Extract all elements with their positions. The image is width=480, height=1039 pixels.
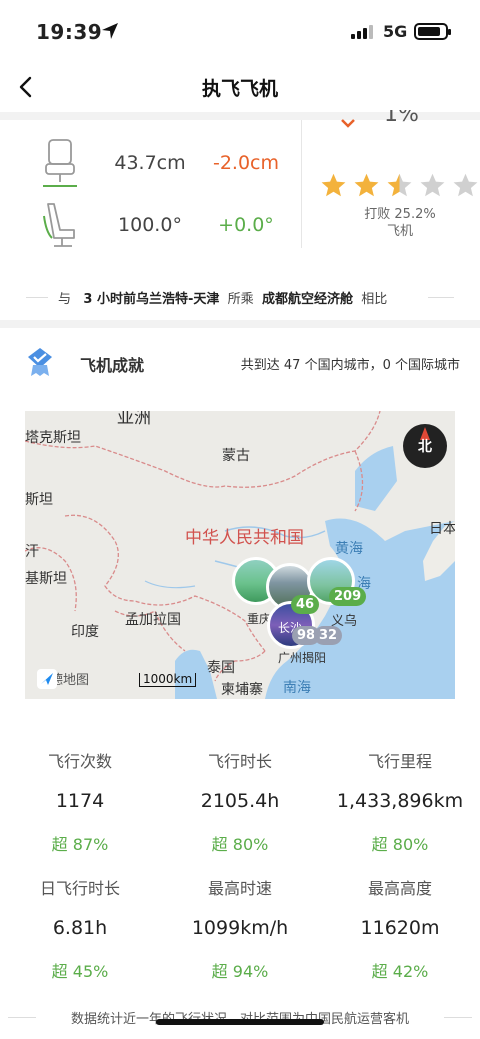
comparison-text: 与 3 小时前乌兰浩特-天津 所乘 成都航空经济舱 相比 [58, 288, 387, 307]
map-label-japan: 日本 [429, 521, 455, 537]
medal-icon [28, 348, 52, 376]
location-arrow-icon [102, 23, 118, 39]
map-scale-bar: 1000km [139, 673, 197, 687]
status-bar: 19:39 5G [0, 0, 480, 62]
compare-airline: 成都航空经济舱 [261, 292, 353, 307]
map-label-han: 汗 [25, 544, 39, 560]
divider-line [8, 1017, 36, 1018]
star-empty-icon [420, 173, 445, 197]
seat-pitch-icon [43, 139, 77, 187]
aircraft-rating-stars [320, 172, 479, 199]
stat-flight-mileage: 飞行里程 1,433,896km 超 80% [320, 748, 480, 855]
battery-icon [414, 23, 451, 40]
map-label-kistan: 基斯坦 [25, 571, 67, 587]
stat-rank: 超 80% [371, 835, 429, 854]
stat-rank: 超 42% [371, 962, 429, 981]
star-half-icon [387, 173, 412, 197]
stat-label: 日飞行时长 [39, 879, 120, 898]
stat-value: 2105.4h [200, 790, 280, 812]
compass-north-icon[interactable]: 北 [403, 424, 447, 468]
nav-bar: 执飞飞机 [0, 62, 480, 112]
divider-line [26, 297, 48, 298]
achievement-title: 飞机成就 [80, 356, 145, 375]
map-label-china: 中华人民共和国 [185, 528, 304, 548]
stat-rank: 超 94% [211, 962, 269, 981]
stat-value: 1174 [55, 790, 105, 812]
cluster-count-badge: 209 [329, 587, 367, 606]
rating-beat-text: 打败 25.2% 飞机 [330, 206, 470, 240]
map-label-guangzhou: 广州 [278, 651, 303, 665]
comparison-note: 与 3 小时前乌兰浩特-天津 所乘 成都航空经济舱 相比 [0, 288, 480, 308]
stat-flight-hours: 飞行时长 2105.4h 超 80% [160, 748, 320, 855]
compass-label: 北 [418, 439, 432, 455]
map-label-stan: 斯坦 [25, 492, 53, 508]
stat-daily-hours: 日飞行时长 6.81h 超 45% [0, 875, 160, 982]
cellular-signal-icon [351, 25, 373, 39]
map-label-bangladesh: 孟加拉国 [125, 612, 181, 628]
compare-prefix: 与 [58, 292, 72, 307]
cluster-count-badge: 32 [314, 626, 343, 645]
achievement-header: 飞机成就 共到达 47 个国内城市，0 个国际城市 [0, 340, 480, 384]
stat-rank: 超 87% [51, 835, 109, 854]
map-label-yellow-sea: 黄海 [335, 541, 363, 557]
stat-label: 最高高度 [367, 879, 432, 898]
divider-line [428, 297, 454, 298]
map-label-thailand: 泰国 [207, 660, 235, 676]
network-type: 5G [383, 22, 408, 41]
stat-value: 6.81h [52, 917, 108, 939]
cluster-count-badge: 46 [291, 595, 320, 614]
beat-percent: 打败 25.2% [364, 207, 436, 222]
rating-header-fragment-icon [341, 119, 355, 128]
stat-flight-count: 飞行次数 1174 超 87% [0, 748, 160, 855]
star-full-icon [354, 173, 379, 197]
stat-label: 飞行次数 [47, 752, 112, 771]
stat-value: 1,433,896km [336, 790, 464, 812]
star-full-icon [321, 173, 346, 197]
seat-recline-row: 100.0° +0.0° [0, 200, 300, 256]
stat-label: 最高时速 [207, 879, 272, 898]
achievement-summary: 共到达 47 个国内城市，0 个国际城市 [240, 358, 460, 373]
compare-mid: 所乘 [227, 292, 254, 307]
stat-label: 飞行时长 [207, 752, 272, 771]
stat-value: 1099km/h [191, 917, 289, 939]
rating-header-fragment: 1% [384, 110, 419, 122]
compare-flight: 3 小时前乌兰浩特-天津 [83, 292, 220, 307]
map-label-south-sea: 南海 [283, 680, 311, 696]
seat-recline-value: 100.0° [118, 214, 182, 236]
home-indicator [156, 1019, 324, 1025]
map-label-asia: 亚洲 [117, 411, 151, 428]
stat-rank: 超 80% [211, 835, 269, 854]
city-map[interactable]: 亚洲 塔克斯坦 蒙古 斯坦 中华人民共和国 黄海 日本 汗 基斯坦 海 孟加拉国… [25, 411, 455, 699]
section-divider [0, 320, 480, 328]
amap-logo-icon [37, 669, 57, 689]
stat-max-altitude: 最高高度 11620m 超 42% [320, 875, 480, 982]
seat-recline-icon [43, 203, 75, 247]
beat-subject: 飞机 [386, 224, 413, 239]
page-title: 执飞飞机 [201, 78, 278, 100]
seat-pitch-row: 43.7cm -2.0cm [0, 138, 300, 194]
seat-recline-diff: +0.0° [218, 214, 274, 236]
status-time: 19:39 [36, 20, 103, 44]
map-label-tajikistan: 塔克斯坦 [25, 430, 81, 446]
map-provider-logo: 高德地图 [37, 669, 89, 689]
stat-rank: 超 45% [51, 962, 109, 981]
stat-max-speed: 最高时速 1099km/h 超 94% [160, 875, 320, 982]
stat-value: 11620m [360, 917, 440, 939]
map-label-cambodia: 柬埔寨 [221, 682, 263, 698]
map-label-india: 印度 [71, 624, 99, 640]
map-label-jieyang: 揭阳 [302, 651, 327, 665]
seat-pitch-value: 43.7cm [114, 152, 186, 174]
vertical-divider [301, 120, 302, 248]
divider-line [444, 1017, 472, 1018]
stat-label: 飞行里程 [367, 752, 432, 771]
seat-pitch-diff: -2.0cm [212, 152, 280, 174]
star-empty-icon [453, 173, 478, 197]
map-label-mongolia: 蒙古 [222, 448, 250, 464]
compare-suffix: 相比 [361, 292, 388, 307]
